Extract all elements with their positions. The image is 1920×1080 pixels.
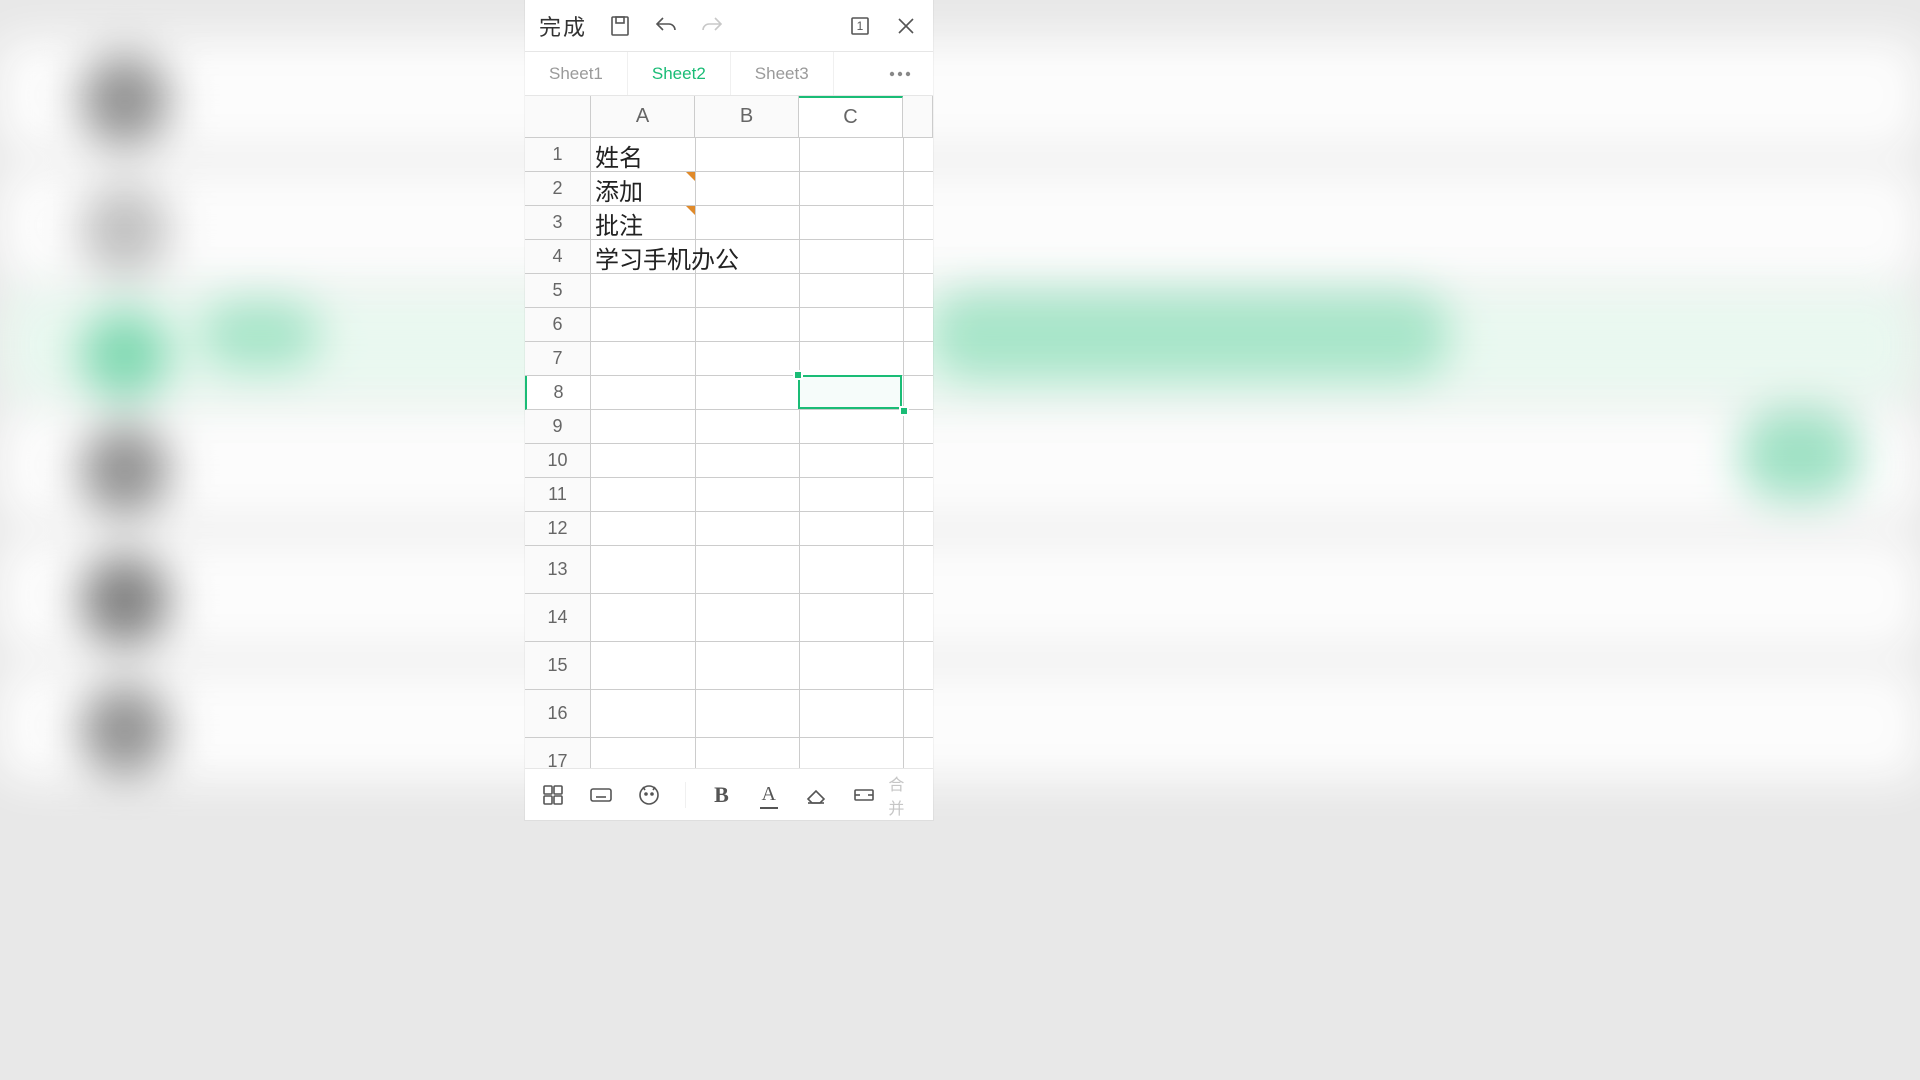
- row-header-17[interactable]: 17: [525, 738, 590, 768]
- merge-label: 合并: [888, 771, 917, 819]
- col-header-C[interactable]: C: [799, 96, 903, 137]
- tabs-more-icon[interactable]: [867, 52, 933, 95]
- font-color-button[interactable]: A: [757, 782, 780, 808]
- cell-A3[interactable]: 批注: [591, 206, 643, 240]
- row-header-6[interactable]: 6: [525, 308, 590, 342]
- page-count-badge[interactable]: 1: [847, 13, 873, 39]
- row-header-14[interactable]: 14: [525, 594, 590, 642]
- done-button[interactable]: 完成: [539, 10, 587, 42]
- assistant-icon[interactable]: [637, 782, 661, 808]
- tab-sheet2[interactable]: Sheet2: [628, 52, 731, 95]
- selection-box[interactable]: [798, 375, 902, 409]
- row-header-3[interactable]: 3: [525, 206, 590, 240]
- apps-icon[interactable]: [541, 782, 565, 808]
- comment-marker-A2[interactable]: [686, 172, 695, 181]
- cell-A4[interactable]: 学习手机办公: [591, 240, 739, 274]
- row-header-7[interactable]: 7: [525, 342, 590, 376]
- keyboard-icon[interactable]: [589, 782, 613, 808]
- col-header-overflow: [903, 96, 933, 137]
- top-toolbar: 完成 1: [525, 0, 933, 52]
- redo-icon: [699, 13, 725, 39]
- tab-sheet3[interactable]: Sheet3: [731, 52, 834, 95]
- merge-cells-icon[interactable]: [852, 782, 876, 808]
- row-header-1[interactable]: 1: [525, 138, 590, 172]
- col-header-B[interactable]: B: [695, 96, 799, 137]
- row-header-15[interactable]: 15: [525, 642, 590, 690]
- tab-sheet1[interactable]: Sheet1: [525, 52, 628, 95]
- close-icon[interactable]: [893, 13, 919, 39]
- toolbar-separator: [685, 782, 686, 808]
- row-header-9[interactable]: 9: [525, 410, 590, 444]
- spreadsheet-grid[interactable]: ABC 1234567891011121314151617 姓名添加批注学习手机…: [525, 96, 933, 768]
- row-header-11[interactable]: 11: [525, 478, 590, 512]
- row-header-10[interactable]: 10: [525, 444, 590, 478]
- row-header-2[interactable]: 2: [525, 172, 590, 206]
- bottom-toolbar: B A 合并: [525, 768, 933, 820]
- row-headers: 1234567891011121314151617: [525, 138, 591, 768]
- row-header-12[interactable]: 12: [525, 512, 590, 546]
- row-header-13[interactable]: 13: [525, 546, 590, 594]
- cell-A2[interactable]: 添加: [591, 172, 643, 206]
- bold-button[interactable]: B: [710, 782, 733, 808]
- undo-icon[interactable]: [653, 13, 679, 39]
- row-header-16[interactable]: 16: [525, 690, 590, 738]
- comment-marker-A3[interactable]: [686, 206, 695, 215]
- selection-handle-tl[interactable]: [793, 370, 803, 380]
- app-window: 完成 1 Sheet1 Sheet2 Sheet3 ABC 1234567891…: [525, 0, 933, 820]
- cell-A1[interactable]: 姓名: [591, 138, 643, 172]
- grid-corner[interactable]: [525, 96, 591, 138]
- sheet-tabs: Sheet1 Sheet2 Sheet3: [525, 52, 933, 96]
- blurred-background: [0, 0, 1920, 1080]
- row-header-5[interactable]: 5: [525, 274, 590, 308]
- column-headers: ABC: [591, 96, 933, 138]
- row-header-4[interactable]: 4: [525, 240, 590, 274]
- eraser-icon[interactable]: [804, 782, 828, 808]
- row-header-8[interactable]: 8: [525, 376, 590, 410]
- selection-handle-br[interactable]: [899, 406, 909, 416]
- save-icon[interactable]: [607, 13, 633, 39]
- cells-area[interactable]: 姓名添加批注学习手机办公: [591, 138, 933, 768]
- col-header-A[interactable]: A: [591, 96, 695, 137]
